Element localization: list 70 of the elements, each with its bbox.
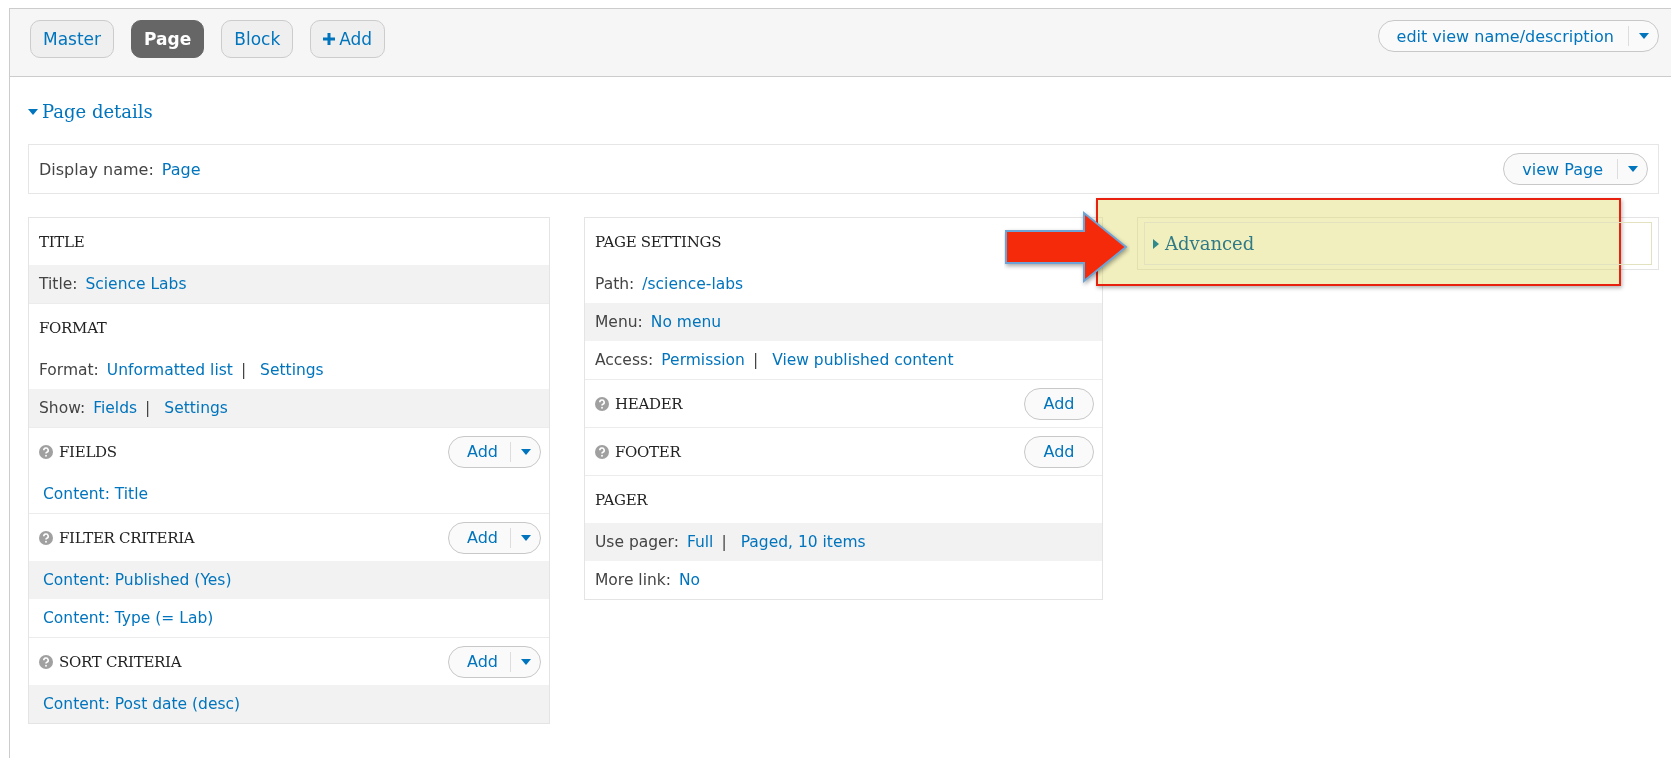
help-icon (39, 530, 53, 545)
setting-link[interactable]: Full (686, 533, 714, 551)
edit-view-button[interactable]: edit view name/description (1378, 21, 1628, 51)
separator: | (721, 533, 728, 551)
setting-link[interactable]: /science-labs (642, 275, 744, 293)
advanced-toggle[interactable]: Advanced (1153, 233, 1255, 254)
display-tab[interactable]: Block (221, 20, 294, 58)
display-name-label: Display name: (39, 159, 154, 179)
separator: | (240, 361, 248, 379)
setting-label: Menu: (595, 313, 643, 331)
add-split-button[interactable]: Add (448, 521, 541, 554)
plus-icon (323, 33, 336, 45)
caret-icon (1627, 166, 1638, 172)
section-title: FOOTER (615, 442, 681, 461)
section-title: FILTER CRITERIA (59, 528, 195, 547)
setting-label: More link: (595, 571, 671, 589)
setting-link[interactable]: Science Labs (85, 275, 187, 293)
caret-icon (520, 448, 531, 455)
add-button[interactable]: Add (449, 436, 510, 467)
setting-link[interactable]: Settings (260, 361, 324, 379)
setting-link[interactable]: View published content (772, 351, 954, 369)
help-icon (39, 444, 53, 459)
add-button[interactable]: Add (1024, 387, 1094, 420)
collapsed-triangle-icon (1153, 238, 1159, 249)
view-page-button[interactable]: view Page (1504, 154, 1617, 184)
edit-split-button[interactable]: edit view name/description (1377, 20, 1659, 52)
caret-icon (520, 534, 531, 541)
setting-link[interactable]: Content: Type (= Lab) (43, 609, 214, 627)
help-icon (39, 654, 53, 669)
help-icon (595, 444, 609, 459)
separator: | (752, 351, 760, 369)
setting-label: Path: (595, 275, 635, 293)
section-title: PAGER (595, 490, 648, 509)
setting-link[interactable]: Fields (93, 399, 138, 417)
help-icon (595, 396, 609, 411)
setting-link[interactable]: Permission (661, 351, 745, 369)
caret-icon (1638, 33, 1649, 39)
section-title: PAGE SETTINGS (595, 232, 722, 251)
setting-link[interactable]: Settings (164, 399, 228, 417)
setting-label: Format: (39, 361, 99, 379)
add-split-button[interactable]: Add (448, 435, 541, 468)
setting-link[interactable]: Content: Post date (desc) (43, 695, 241, 713)
add-button[interactable]: Add (449, 522, 510, 553)
setting-link[interactable]: No menu (650, 313, 722, 331)
setting-link[interactable]: No (679, 571, 701, 589)
expanded-triangle-icon (28, 108, 38, 115)
add-display-button[interactable]: Add (310, 20, 386, 58)
setting-link[interactable]: Content: Published (Yes) (43, 571, 232, 589)
page-details-toggle[interactable]: Page details (28, 101, 153, 122)
view-split-button[interactable]: view Page (1503, 153, 1648, 185)
setting-label: Use pager: (595, 533, 679, 551)
setting-label: Title: (39, 275, 78, 293)
section-title: FIELDS (59, 442, 117, 461)
add-split-button[interactable]: Add (448, 645, 541, 678)
setting-label: Show: (39, 399, 86, 417)
section-title: SORT CRITERIA (59, 652, 182, 671)
section-title: HEADER (615, 394, 683, 413)
setting-link[interactable]: Content: Title (43, 485, 148, 503)
setting-link[interactable]: Unformatted list (106, 361, 233, 379)
section-title: FORMAT (39, 318, 107, 337)
display-name-link[interactable]: Page (161, 159, 201, 179)
separator: | (145, 399, 152, 417)
setting-link[interactable]: Paged, 10 items (740, 533, 866, 551)
add-button[interactable]: Add (1024, 435, 1094, 468)
add-button[interactable]: Add (449, 646, 510, 677)
section-title: TITLE (39, 232, 85, 251)
caret-icon (520, 658, 531, 665)
setting-label: Access: (595, 351, 654, 369)
display-tab[interactable]: Page (131, 20, 205, 58)
display-tab[interactable]: Master (30, 20, 115, 58)
